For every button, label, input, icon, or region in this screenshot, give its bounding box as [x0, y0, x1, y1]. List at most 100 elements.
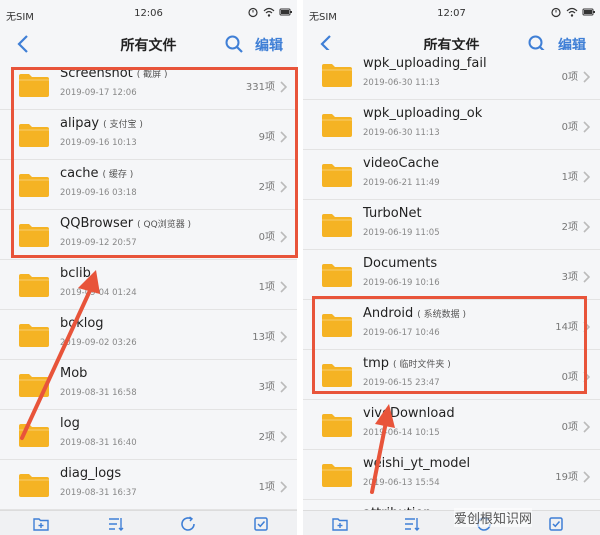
folder-date: 2019-06-30 11:13: [363, 78, 440, 88]
new-folder-icon[interactable]: [32, 515, 50, 533]
folder-icon: [18, 72, 50, 98]
folder-row[interactable]: alipay( 支付宝 ) 2019-09-16 10:13 9项: [0, 110, 297, 160]
folder-date: 2019-08-31 16:58: [60, 388, 137, 398]
folder-row[interactable]: tmp( 临时文件夹 ) 2019-06-15 23:47 0项: [303, 350, 600, 400]
folder-date: 2019-09-04 01:24: [60, 288, 137, 298]
folder-icon: [321, 312, 353, 338]
folder-row[interactable]: Screenshot( 截屏 ) 2019-09-17 12:06 331项: [0, 60, 297, 110]
folder-name: alipay( 支付宝 ): [60, 116, 143, 131]
new-folder-icon[interactable]: [331, 515, 349, 533]
folder-name-text: wpk_uploading_ok: [363, 106, 483, 121]
folder-row[interactable]: Documents 2019-06-19 10:16 3项: [303, 250, 600, 300]
wifi-icon: [263, 6, 275, 18]
file-list: Screenshot( 截屏 ) 2019-09-17 12:06 331项 alip…: [0, 60, 297, 510]
folder-row[interactable]: boklog 2019-09-02 03:26 13项: [0, 310, 297, 360]
folder-count: 3项: [561, 272, 578, 283]
folder-icon: [18, 422, 50, 448]
folder-row[interactable]: Mob 2019-08-31 16:58 3项: [0, 360, 297, 410]
folder-count: 9项: [258, 132, 275, 143]
folder-row[interactable]: cache( 缓存 ) 2019-09-16 03:18 2项: [0, 160, 297, 210]
folder-row[interactable]: videoCache 2019-06-21 11:49 1项: [303, 150, 600, 200]
folder-name-text: Documents: [363, 256, 438, 271]
folder-row[interactable]: wpk_uploading_ok 2019-06-30 11:13 0项: [303, 100, 600, 150]
folder-date: 2019-09-17 12:06: [60, 88, 137, 98]
folder-alias: ( 缓存 ): [102, 170, 134, 180]
folder-count: 331项: [245, 82, 275, 93]
folder-icon: [18, 472, 50, 498]
file-panel-left: 无SIM 12:06 所有文件 编辑 Screenshot( 截屏 ) 2019-…: [0, 0, 297, 535]
chevron-right-icon: [582, 468, 591, 483]
file-list: wpk_uploading_fail 2019-06-30 11:13 0项 wpk_…: [303, 50, 600, 535]
folder-icon: [321, 212, 353, 238]
folder-name: TurboNet: [363, 206, 426, 221]
watermark-text: 爱创根知识网: [454, 508, 533, 527]
folder-count: 3项: [258, 382, 275, 393]
folder-name-text: Screenshot: [60, 66, 133, 81]
folder-count: 13项: [252, 332, 275, 343]
chevron-right-icon: [582, 218, 591, 233]
sort-icon[interactable]: [107, 515, 125, 533]
wifi-icon: [566, 6, 578, 18]
chevron-right-icon: [279, 78, 288, 93]
edit-button[interactable]: 编辑: [255, 35, 283, 55]
search-icon[interactable]: [224, 34, 244, 54]
chevron-right-icon: [279, 378, 288, 393]
folder-date: 2019-06-19 11:05: [363, 228, 440, 238]
folder-name: Mob: [60, 366, 91, 381]
folder-row[interactable]: Android( 系统数据 ) 2019-06-17 10:46 14项: [303, 300, 600, 350]
folder-count: 0项: [561, 122, 578, 133]
sort-icon[interactable]: [403, 515, 421, 533]
bottom-toolbar: [0, 510, 297, 535]
folder-name: boklog: [60, 316, 108, 331]
chevron-right-icon: [582, 168, 591, 183]
folder-name-text: weishi_yt_model: [363, 456, 471, 471]
chevron-right-icon: [582, 368, 591, 383]
folder-name-text: Mob: [60, 366, 88, 381]
folder-name: QQBrowser( QQ浏览器 ): [60, 216, 191, 231]
battery-icon: [582, 6, 595, 18]
chevron-right-icon: [279, 178, 288, 193]
folder-name-text: boklog: [60, 316, 104, 331]
chevron-right-icon: [582, 118, 591, 133]
folder-name: wpk_uploading_ok: [363, 106, 486, 121]
folder-count: 2项: [561, 222, 578, 233]
refresh-icon[interactable]: [179, 515, 197, 533]
folder-icon: [321, 262, 353, 288]
select-all-icon[interactable]: [547, 515, 565, 533]
folder-icon: [321, 412, 353, 438]
folder-name: wpk_uploading_fail: [363, 56, 491, 71]
folder-name: Screenshot( 截屏 ): [60, 66, 168, 81]
folder-date: 2019-06-30 11:13: [363, 128, 440, 138]
folder-icon: [18, 122, 50, 148]
folder-row[interactable]: TurboNet 2019-06-19 11:05 2项: [303, 200, 600, 250]
select-all-icon[interactable]: [252, 515, 270, 533]
folder-count: 1项: [258, 282, 275, 293]
folder-row[interactable]: bclib 2019-09-04 01:24 1项: [0, 260, 297, 310]
chevron-right-icon: [582, 318, 591, 333]
folder-icon: [18, 172, 50, 198]
folder-name: tmp( 临时文件夹 ): [363, 356, 451, 371]
folder-name: vivoDownload: [363, 406, 459, 421]
folder-name-text: log: [60, 416, 80, 431]
folder-count: 0项: [258, 232, 275, 243]
folder-date: 2019-08-31 16:40: [60, 438, 137, 448]
folder-name: diag_logs: [60, 466, 125, 481]
folder-row[interactable]: log 2019-08-31 16:40 2项: [0, 410, 297, 460]
folder-count: 14项: [555, 322, 578, 333]
chevron-right-icon: [279, 128, 288, 143]
folder-row[interactable]: QQBrowser( QQ浏览器 ) 2019-09-12 20:57 0项: [0, 210, 297, 260]
folder-icon: [321, 362, 353, 388]
folder-name-text: vivoDownload: [363, 406, 455, 421]
folder-count: 1项: [561, 172, 578, 183]
folder-name: cache( 缓存 ): [60, 166, 133, 181]
folder-date: 2019-06-21 11:49: [363, 178, 440, 188]
folder-row[interactable]: wpk_uploading_fail 2019-06-30 11:13 0项: [303, 50, 600, 100]
folder-row[interactable]: vivoDownload 2019-06-14 10:15 0项: [303, 400, 600, 450]
chevron-right-icon: [279, 278, 288, 293]
alarm-icon: [550, 6, 562, 18]
folder-row[interactable]: weishi_yt_model 2019-06-13 15:54 19项: [303, 450, 600, 500]
folder-count: 1项: [258, 482, 275, 493]
folder-name-text: TurboNet: [363, 206, 422, 221]
nav-bar: 所有文件 编辑: [0, 28, 297, 60]
folder-row[interactable]: diag_logs 2019-08-31 16:37 1项: [0, 460, 297, 510]
